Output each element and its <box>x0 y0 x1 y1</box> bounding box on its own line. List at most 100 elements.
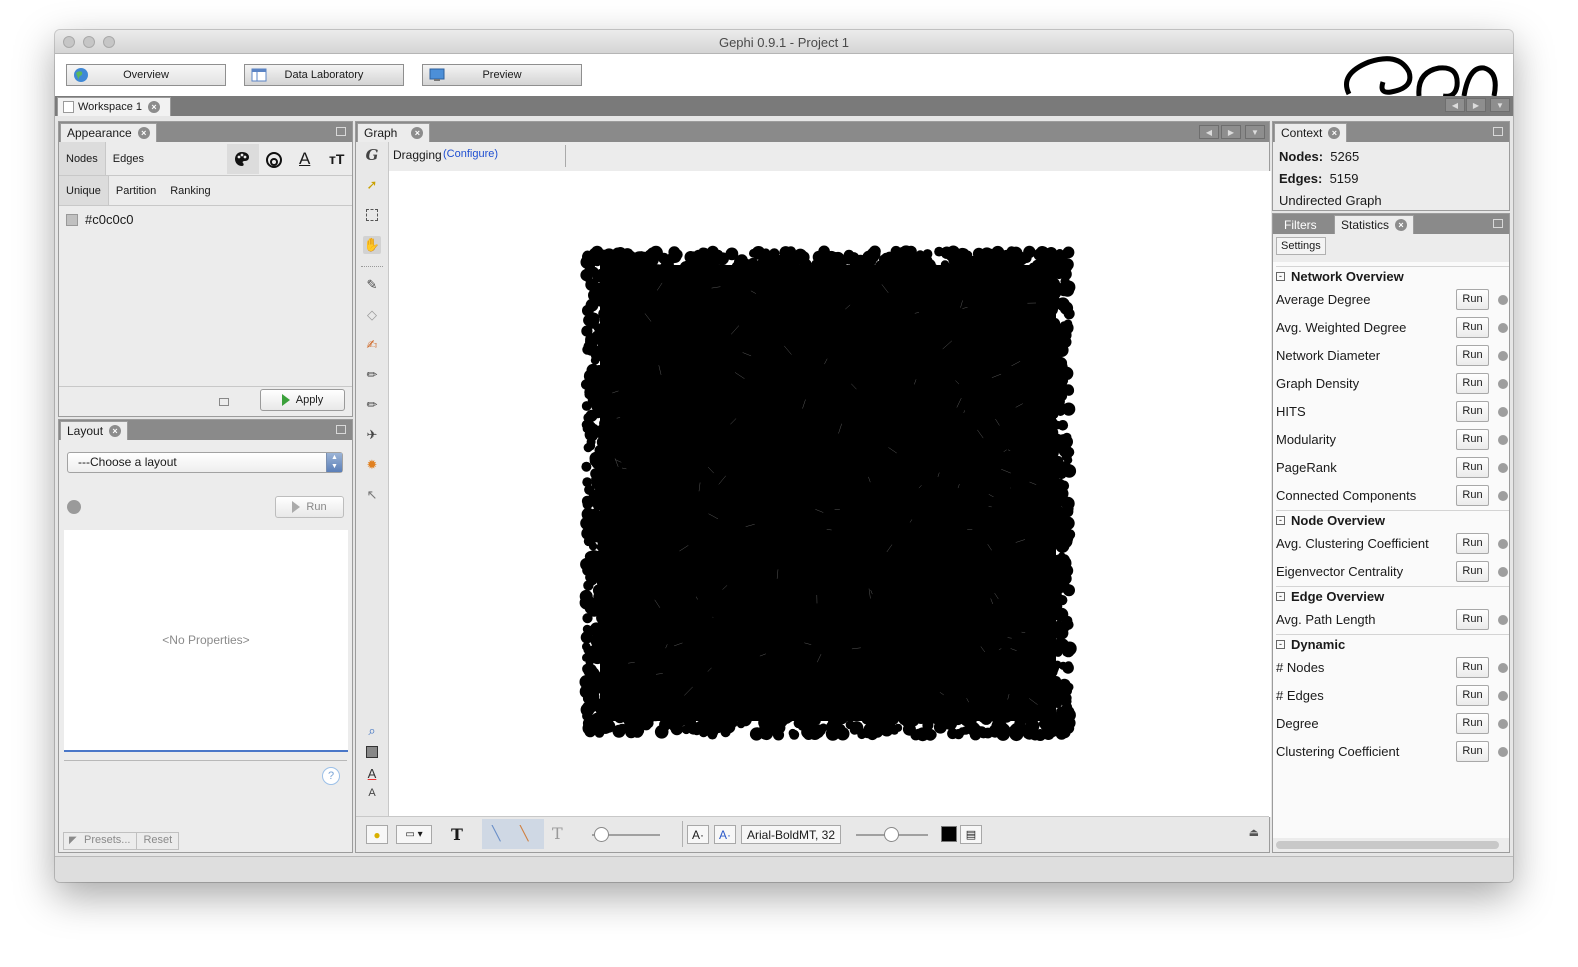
text-tool-icon[interactable]: T <box>451 825 463 844</box>
run-statistic-button[interactable]: Run <box>1456 657 1489 678</box>
graph-next-button[interactable]: ▶ <box>1221 125 1241 139</box>
layout-select[interactable]: ---Choose a layout ▲ ▼ <box>67 452 343 473</box>
run-statistic-button[interactable]: Run <box>1456 685 1489 706</box>
graph-menu-button[interactable]: ▼ <box>1245 125 1265 139</box>
minimize-context-icon[interactable] <box>1493 127 1503 136</box>
label-scale-slider-thumb[interactable] <box>884 827 899 842</box>
graph-canvas[interactable] <box>389 171 1271 817</box>
run-statistic-button[interactable]: Run <box>1456 533 1489 554</box>
unique-tab[interactable]: Unique <box>59 176 109 205</box>
apply-button[interactable]: Apply <box>260 389 345 411</box>
painter-icon[interactable]: ✍ <box>363 336 381 354</box>
label-font-button[interactable]: A· <box>687 825 709 844</box>
workspace-tab[interactable]: Workspace 1 × <box>57 97 171 116</box>
label-size-mode-button[interactable]: A· <box>714 825 736 844</box>
size-icon[interactable] <box>265 151 283 169</box>
gear-icon[interactable]: ✹ <box>363 456 381 474</box>
minimize-statistics-icon[interactable] <box>1493 219 1503 228</box>
close-appearance-icon[interactable]: × <box>137 127 150 139</box>
close-layout-icon[interactable]: × <box>109 425 122 437</box>
section-header[interactable]: - Network Overview <box>1276 266 1509 286</box>
run-statistic-button[interactable]: Run <box>1456 373 1489 394</box>
run-statistic-button[interactable]: Run <box>1456 457 1489 478</box>
font-color-icon[interactable]: A <box>363 764 381 782</box>
filters-tab[interactable]: Filters <box>1274 215 1327 234</box>
run-statistic-button[interactable]: Run <box>1456 345 1489 366</box>
workspace-next-button[interactable]: ▶ <box>1466 98 1486 112</box>
close-workspace-icon[interactable]: × <box>148 101 160 113</box>
edge-visible-icon[interactable]: ╲ <box>492 825 500 842</box>
statistics-tab[interactable]: Statistics × <box>1334 215 1415 234</box>
collapse-icon[interactable]: - <box>1276 592 1285 601</box>
pencil-icon[interactable]: ✏ <box>363 366 381 384</box>
help-icon[interactable]: ? <box>322 767 340 785</box>
close-context-icon[interactable]: × <box>1328 127 1341 139</box>
drag-hand-icon[interactable]: ✋ <box>363 236 381 254</box>
minimize-layout-icon[interactable] <box>336 425 346 434</box>
airplane-icon[interactable]: ✈ <box>363 426 381 444</box>
font-selector-button[interactable]: Arial-BoldMT, 32 <box>741 825 841 844</box>
keyboard-icon[interactable] <box>219 398 229 406</box>
palette-icon[interactable] <box>234 151 250 167</box>
background-color-icon[interactable] <box>363 743 381 761</box>
color-swatch[interactable] <box>66 213 78 226</box>
rectangle-select-icon[interactable] <box>363 206 381 224</box>
overview-mode-button[interactable]: Overview <box>66 64 226 86</box>
info-icon[interactable] <box>67 500 81 514</box>
clipboard-button[interactable]: ▤ <box>960 825 982 844</box>
preview-mode-button[interactable]: Preview <box>422 64 582 86</box>
run-statistic-button[interactable]: Run <box>1456 561 1489 582</box>
network-graph[interactable] <box>389 171 1271 817</box>
label-color-swatch[interactable] <box>941 826 957 842</box>
edge-pencil-icon[interactable]: ✏ <box>363 396 381 414</box>
collapse-icon[interactable]: - <box>1276 640 1285 649</box>
edge-scale-slider-thumb[interactable] <box>594 827 609 842</box>
collapse-icon[interactable]: - <box>1276 516 1285 525</box>
section-header[interactable]: - Edge Overview <box>1276 586 1509 606</box>
layout-tab[interactable]: Layout × <box>60 421 129 440</box>
partition-tab[interactable]: Partition <box>109 176 163 205</box>
brush-icon[interactable]: ✎ <box>363 276 381 294</box>
screenshot-button[interactable]: ▭ ▾ <box>396 825 432 844</box>
nodes-tab[interactable]: Nodes <box>59 142 106 175</box>
run-statistic-button[interactable]: Run <box>1456 289 1489 310</box>
expand-icon[interactable]: ⏏ <box>1249 826 1259 839</box>
workspace-prev-button[interactable]: ◀ <box>1445 98 1465 112</box>
settings-button[interactable]: Settings <box>1276 237 1326 255</box>
layout-run-button[interactable]: Run <box>275 496 344 518</box>
section-header[interactable]: - Node Overview <box>1276 510 1509 530</box>
edge-color-icon[interactable]: ╲ <box>520 825 528 842</box>
font-icon[interactable]: A <box>363 784 381 802</box>
collapse-icon[interactable]: - <box>1276 272 1285 281</box>
context-tab[interactable]: Context × <box>1274 123 1348 142</box>
label-color-icon[interactable]: A <box>299 149 310 169</box>
horizontal-scrollbar[interactable] <box>1276 841 1499 849</box>
zoom-fit-icon[interactable]: ⌕ <box>363 722 381 740</box>
section-header[interactable]: - Dynamic <box>1276 634 1509 654</box>
appearance-tab[interactable]: Appearance × <box>60 123 157 142</box>
graph-prev-button[interactable]: ◀ <box>1199 125 1219 139</box>
workspace-menu-button[interactable]: ▼ <box>1490 98 1510 112</box>
node-label-icon[interactable]: T <box>552 824 563 843</box>
graph-nodes[interactable] <box>579 245 1077 742</box>
pointer-icon[interactable]: ➚ <box>363 176 381 194</box>
run-statistic-button[interactable]: Run <box>1456 609 1489 630</box>
configure-link[interactable]: (Configure) <box>443 148 498 160</box>
minimize-appearance-icon[interactable] <box>336 127 346 136</box>
ranking-tab[interactable]: Ranking <box>163 176 217 205</box>
run-statistic-button[interactable]: Run <box>1456 429 1489 450</box>
close-statistics-icon[interactable]: × <box>1395 219 1408 231</box>
reset-button[interactable]: Reset <box>137 832 180 850</box>
lightbulb-button[interactable]: ● <box>366 825 388 844</box>
data-laboratory-mode-button[interactable]: Data Laboratory <box>244 64 404 86</box>
run-statistic-button[interactable]: Run <box>1456 401 1489 422</box>
close-graph-icon[interactable]: × <box>411 127 424 139</box>
run-statistic-button[interactable]: Run <box>1456 317 1489 338</box>
pointer-help-icon[interactable]: ↖ <box>363 486 381 504</box>
run-statistic-button[interactable]: Run <box>1456 713 1489 734</box>
label-size-icon[interactable]: тT <box>329 151 344 167</box>
presets-button[interactable]: ◤ Presets... <box>63 832 138 850</box>
run-statistic-button[interactable]: Run <box>1456 741 1489 762</box>
diamond-icon[interactable]: ◇ <box>363 306 381 324</box>
run-statistic-button[interactable]: Run <box>1456 485 1489 506</box>
